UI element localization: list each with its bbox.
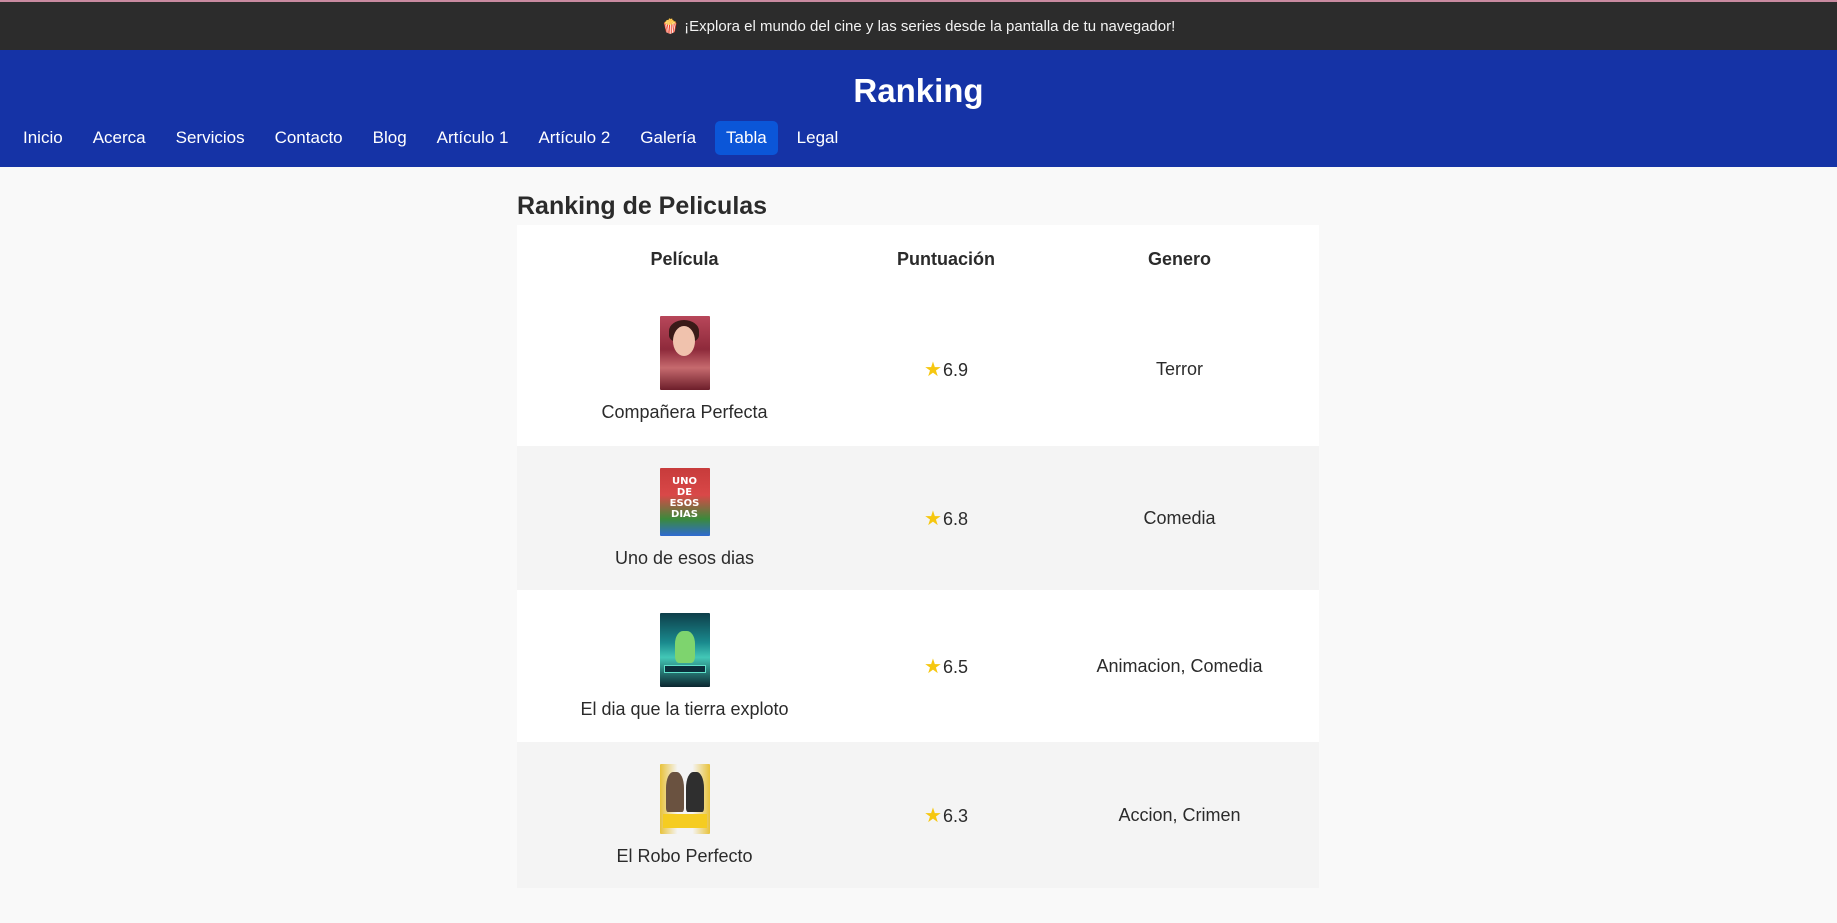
movie-poster: UNO DE ESOS DIAS xyxy=(659,467,710,536)
nav-item-articulo-1[interactable]: Artículo 1 xyxy=(426,121,520,155)
score-cell: ★6.8 xyxy=(852,446,1040,590)
nav-item-blog[interactable]: Blog xyxy=(362,121,418,155)
column-header-genero: Genero xyxy=(1040,225,1319,293)
score-cell: ★6.9 xyxy=(852,293,1040,446)
star-icon: ★ xyxy=(924,655,942,678)
movie-poster xyxy=(659,763,710,834)
main-nav: Inicio Acerca Servicios Contacto Blog Ar… xyxy=(12,121,849,155)
nav-item-legal[interactable]: Legal xyxy=(786,121,850,155)
popcorn-icon: 🍿 xyxy=(661,17,680,34)
table-row: Compañera Perfecta ★6.9 Terror xyxy=(517,293,1319,446)
movie-poster xyxy=(659,612,710,687)
table-row: UNO DE ESOS DIAS Uno de esos dias ★6.8 C… xyxy=(517,446,1319,590)
nav-item-inicio[interactable]: Inicio xyxy=(12,121,74,155)
movie-poster xyxy=(659,316,710,390)
table-header-row: Película Puntuación Genero xyxy=(517,225,1319,293)
page-title: Ranking xyxy=(853,72,984,109)
main-content: Ranking de Peliculas Película Puntuación… xyxy=(517,189,1319,888)
table-row: El Robo Perfecto ★6.3 Accion, Crimen xyxy=(517,742,1319,888)
genre-cell: Comedia xyxy=(1143,507,1216,528)
movie-title: Compañera Perfecta xyxy=(601,402,768,422)
star-icon: ★ xyxy=(924,804,942,827)
score-value: 6.3 xyxy=(942,805,968,826)
star-icon: ★ xyxy=(924,507,942,530)
nav-item-servicios[interactable]: Servicios xyxy=(165,121,256,155)
score-value: 6.5 xyxy=(942,656,968,677)
nav-item-articulo-2[interactable]: Artículo 2 xyxy=(527,121,621,155)
movie-cell: El dia que la tierra exploto xyxy=(517,590,852,742)
section-heading: Ranking de Peliculas xyxy=(517,192,768,220)
movie-title: El dia que la tierra exploto xyxy=(580,698,789,719)
star-icon: ★ xyxy=(924,359,942,381)
site-header: Ranking Inicio Acerca Servicios Contacto… xyxy=(0,50,1837,167)
movie-title: Uno de esos dias xyxy=(614,547,755,568)
nav-item-contacto[interactable]: Contacto xyxy=(264,121,354,155)
score-value: 6.8 xyxy=(942,508,968,529)
genre-cell: Animacion, Comedia xyxy=(1096,655,1263,676)
genre-cell: Accion, Crimen xyxy=(1118,804,1241,825)
table-row: El dia que la tierra exploto ★6.5 Animac… xyxy=(517,590,1319,742)
announcement-bar: 🍿 ¡Explora el mundo del cine y las serie… xyxy=(0,0,1837,50)
nav-item-tabla[interactable]: Tabla xyxy=(715,121,778,155)
nav-item-galeria[interactable]: Galería xyxy=(629,121,707,155)
score-cell: ★6.5 xyxy=(852,590,1040,742)
announcement-text: ¡Explora el mundo del cine y las series … xyxy=(684,17,1176,35)
score-cell: ★6.3 xyxy=(852,742,1040,888)
movie-cell: El Robo Perfecto xyxy=(517,742,852,888)
ranking-table: Película Puntuación Genero Compañera Per… xyxy=(517,225,1319,888)
genre-cell: Terror xyxy=(1155,359,1203,379)
movie-title: El Robo Perfecto xyxy=(616,845,753,866)
score-value: 6.9 xyxy=(942,360,968,380)
movie-cell: UNO DE ESOS DIAS Uno de esos dias xyxy=(517,446,852,590)
column-header-puntuacion: Puntuación xyxy=(852,225,1040,293)
movie-cell: Compañera Perfecta xyxy=(517,293,852,446)
nav-item-acerca[interactable]: Acerca xyxy=(82,121,157,155)
column-header-pelicula: Película xyxy=(517,225,852,293)
